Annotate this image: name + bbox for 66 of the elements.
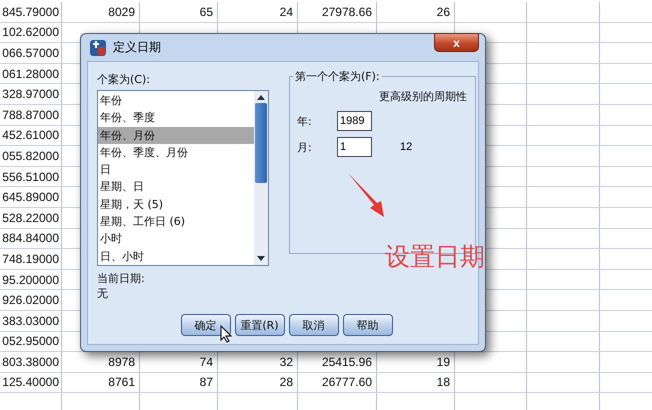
list-item[interactable]: 年份	[98, 92, 254, 110]
list-item[interactable]: 年份、季度、月份	[98, 144, 254, 162]
dialog-button[interactable]: 取消	[288, 314, 338, 336]
current-date-value: 无	[97, 286, 109, 301]
table-cell: 25415.96	[322, 354, 372, 369]
annotation-text: 设置日期	[385, 241, 485, 273]
list-item[interactable]: 星期、日	[98, 178, 254, 196]
periodicity-value: 12	[400, 141, 412, 153]
table-cell: 645.89000	[2, 190, 59, 204]
table-cell: 556.51000	[2, 170, 59, 184]
table-cell: 052.95000	[2, 334, 59, 348]
list-item[interactable]: 年份、季度	[98, 109, 254, 127]
table-cell: 74	[200, 354, 213, 369]
table-cell: 24	[280, 4, 293, 19]
table-cell: 8978	[108, 354, 135, 369]
table-cell: 061.28000	[2, 66, 59, 81]
table-cell: 95.200000	[2, 272, 59, 287]
table-cell: 26	[436, 4, 450, 19]
table-cell: 383.03000	[2, 314, 59, 328]
dialog-button[interactable]: 重置(R)	[234, 314, 284, 336]
table-cell: 328.97000	[2, 87, 59, 102]
table-cell: 803.38000	[2, 354, 59, 369]
field-label: 月:	[297, 140, 313, 154]
table-cell: 452.61000	[2, 128, 59, 142]
table-cell: 19	[436, 354, 450, 369]
table-cell: 26777.60	[322, 375, 372, 390]
table-cell: 87	[200, 375, 213, 390]
close-button[interactable]: x	[434, 33, 479, 52]
table-cell: 528.22000	[2, 210, 59, 225]
current-date-label: 当前日期:	[97, 271, 146, 286]
table-cell: 125.40000	[2, 375, 59, 390]
app-icon	[89, 38, 107, 56]
list-item[interactable]: 日、小时	[98, 248, 254, 265]
list-item[interactable]: 小时	[98, 230, 254, 248]
table-cell: 28	[280, 375, 293, 390]
scroll-down-icon[interactable]	[256, 255, 266, 263]
table-cell: 788.87000	[2, 108, 59, 122]
list-item[interactable]: 日	[98, 161, 254, 178]
table-cell: 066.57000	[2, 46, 59, 60]
group-title: 第一个个案为(F):	[293, 69, 382, 84]
table-cell: 18	[436, 375, 450, 390]
input-field[interactable]: 1989	[337, 111, 372, 131]
periodicity-label: 更高级别的周期性	[379, 89, 467, 104]
list-item[interactable]: 星期，天 (5)	[98, 196, 254, 214]
list-item[interactable]: 星期、工作日 (6)	[98, 213, 254, 230]
scroll-up-icon[interactable]	[256, 93, 266, 101]
table-cell: 748.19000	[2, 252, 59, 266]
table-cell: 926.02000	[2, 293, 59, 308]
table-cell: 65	[200, 4, 213, 19]
window-title: 定义日期	[113, 39, 161, 56]
dialog-button[interactable]: 确定	[180, 314, 230, 336]
list-item[interactable]: 年份、月份	[98, 126, 254, 144]
table-cell: 102.62000	[2, 25, 59, 40]
input-field[interactable]: 1	[337, 137, 372, 157]
table-cell: 884.84000	[2, 231, 59, 246]
scrollbar[interactable]	[254, 91, 268, 265]
table-cell: 27978.66	[322, 4, 372, 19]
dialog-button[interactable]: 帮助	[342, 314, 392, 336]
table-cell: 055.82000	[2, 148, 59, 163]
table-cell: 845.79000	[2, 4, 59, 19]
field-label: 年:	[297, 114, 313, 128]
cursor-icon	[220, 325, 232, 343]
table-cell: 32	[280, 354, 293, 369]
table-cell: 8029	[108, 4, 135, 19]
cases-label: 个案为(C):	[97, 72, 151, 87]
table-cell: 8761	[108, 375, 135, 390]
